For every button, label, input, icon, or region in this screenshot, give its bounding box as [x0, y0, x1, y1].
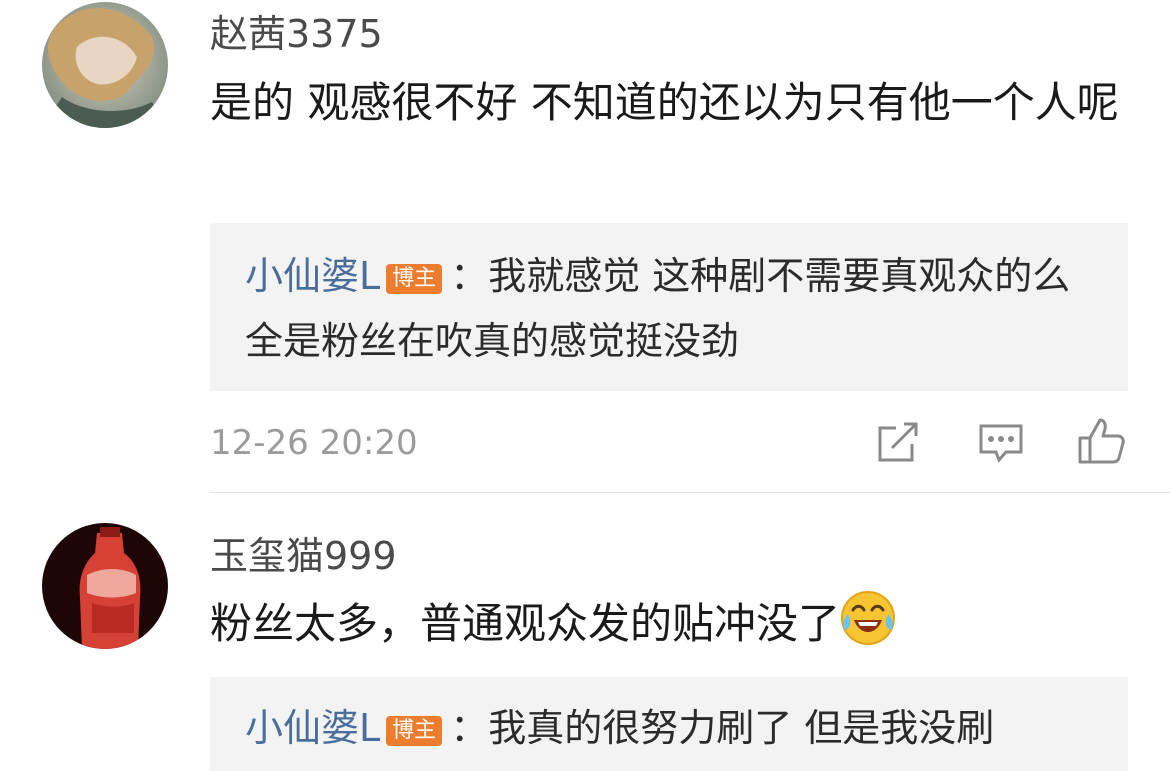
comment-text: 是的 观感很不好 不知道的还以为只有他一个人呢 — [210, 78, 1119, 127]
reply-content: 小仙婆L 博主 ：我就感觉 这种剧不需要真观众的么 全是粉丝在吹真的感觉挺没劲 — [245, 244, 1105, 374]
reply-content: 小仙婆L 博主 ：我真的很努力刷了 但是我没刷 — [245, 696, 1105, 761]
author-badge: 博主 — [386, 264, 443, 294]
comment-text: 粉丝太多，普通观众发的贴冲没了 — [210, 590, 1140, 658]
reply-box[interactable]: 小仙婆L 博主 ：我就感觉 这种剧不需要真观众的么 全是粉丝在吹真的感觉挺没劲 — [210, 223, 1128, 391]
laughing-crying-emoji — [840, 590, 896, 646]
reply-separator: ： — [450, 254, 489, 298]
reply-author[interactable]: 小仙婆L — [245, 254, 380, 298]
comment-icon[interactable] — [976, 418, 1026, 468]
like-icon[interactable] — [1076, 414, 1126, 464]
reply-text: 我真的很努力刷了 但是我没刷 — [488, 706, 995, 750]
author-badge: 博主 — [386, 716, 443, 746]
username[interactable]: 玉玺猫999 — [210, 534, 397, 578]
username[interactable]: 赵茜3375 — [210, 12, 383, 56]
avatar[interactable] — [42, 2, 168, 128]
divider — [210, 492, 1170, 493]
share-icon[interactable] — [874, 418, 924, 468]
reply-separator: ： — [450, 706, 489, 750]
comment-text-body: 粉丝太多，普通观众发的贴冲没了 — [210, 599, 841, 648]
reply-box[interactable]: 小仙婆L 博主 ：我真的很努力刷了 但是我没刷 — [210, 677, 1128, 771]
avatar[interactable] — [42, 523, 168, 649]
reply-author[interactable]: 小仙婆L — [245, 706, 380, 750]
timestamp: 12-26 20:20 — [210, 423, 418, 463]
